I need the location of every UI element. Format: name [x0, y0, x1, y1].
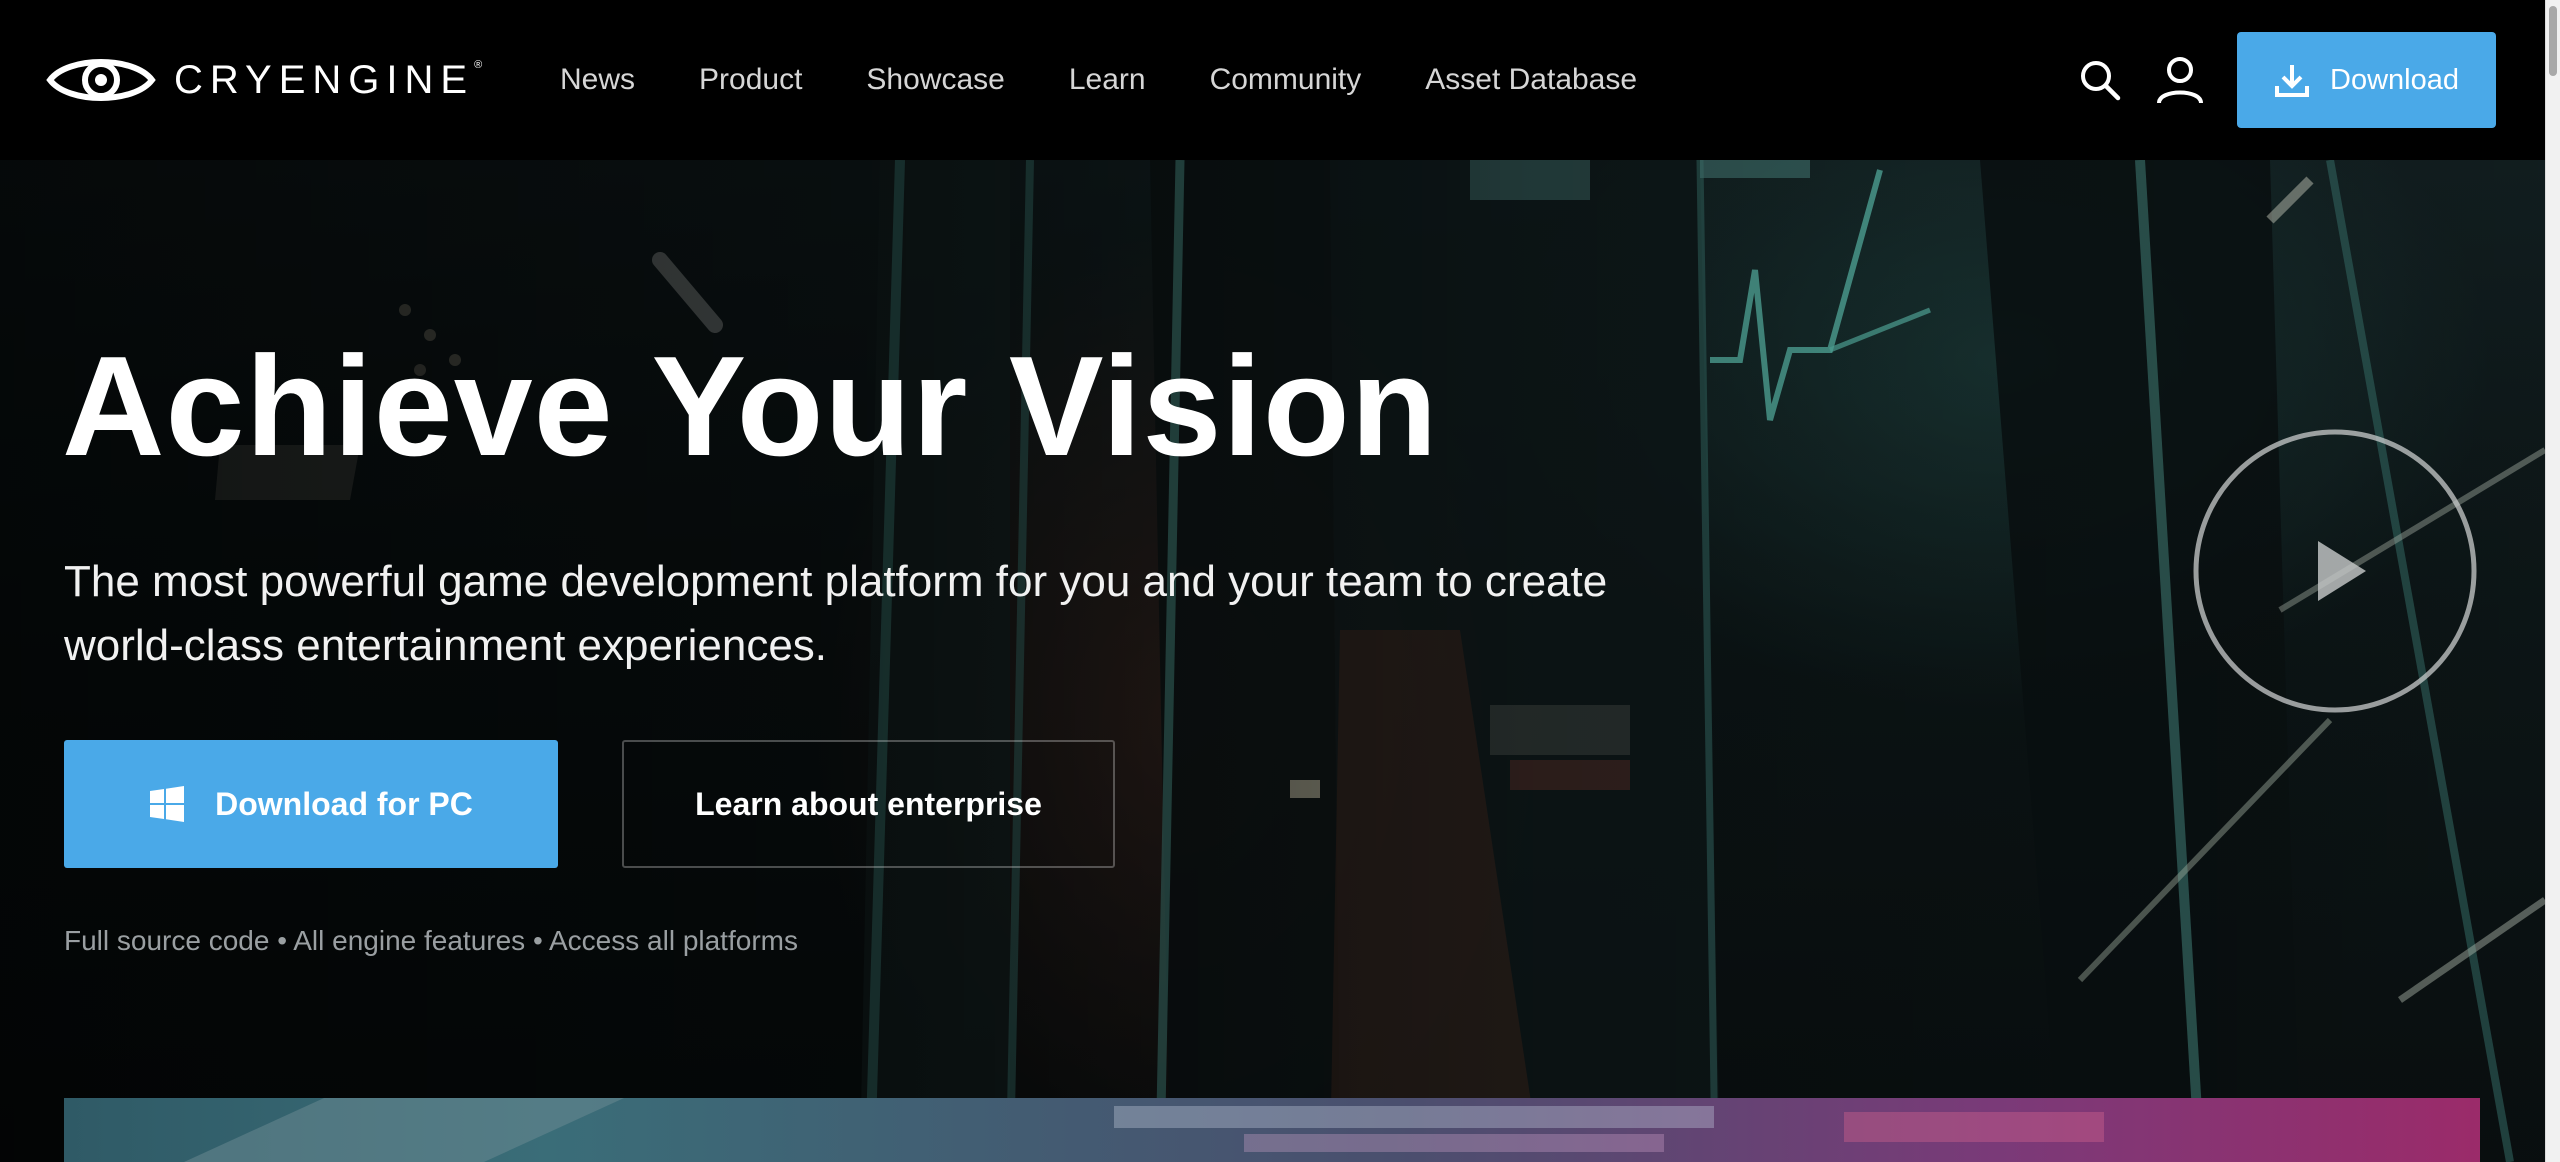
nav-download-label: Download — [2330, 63, 2459, 96]
page-scrollbar[interactable] — [2545, 0, 2560, 1162]
feature-list: Full source code • All engine features •… — [64, 925, 798, 956]
windows-icon — [150, 786, 185, 822]
nav-link-showcase[interactable]: Showcase — [866, 63, 1004, 97]
logo-wordmark: CRYENGINE® — [174, 58, 483, 102]
download-icon — [2275, 65, 2309, 97]
preview-image — [184, 1098, 2104, 1162]
nav-link-learn[interactable]: Learn — [1069, 63, 1146, 97]
play-video-button[interactable] — [2192, 428, 2478, 714]
learn-about-enterprise-button[interactable]: Learn about enterprise — [622, 740, 1115, 868]
hero-title: Achieve Your Vision — [62, 327, 1439, 486]
nav-link-community[interactable]: Community — [1210, 63, 1362, 97]
cryengine-logo[interactable]: CRYENGINE® — [46, 50, 482, 110]
user-icon — [2157, 57, 2203, 104]
hero-section: Achieve Your Vision The most powerful ga… — [0, 160, 2545, 1162]
primary-nav: News Product Showcase Learn Community As… — [560, 0, 1701, 160]
download-for-pc-label: Download for PC — [215, 785, 473, 822]
hero-subtitle: The most powerful game development platf… — [64, 557, 1608, 670]
nav-link-asset-database[interactable]: Asset Database — [1425, 63, 1637, 97]
eye-logo-icon — [46, 59, 156, 101]
search-button[interactable] — [2072, 52, 2128, 108]
nav-download-button[interactable]: Download — [2237, 32, 2496, 128]
nav-link-news[interactable]: News — [560, 63, 635, 97]
play-icon — [2193, 429, 2477, 713]
account-button[interactable] — [2152, 52, 2208, 108]
search-icon — [2081, 61, 2121, 101]
learn-about-enterprise-label: Learn about enterprise — [695, 785, 1042, 822]
next-section-preview — [64, 1098, 2480, 1162]
scrollbar-thumb[interactable] — [2549, 6, 2557, 76]
page: CRYENGINE® News Product Showcase Learn C… — [0, 0, 2545, 1162]
nav-link-product[interactable]: Product — [699, 63, 802, 97]
download-for-pc-button[interactable]: Download for PC — [64, 740, 558, 868]
top-navigation: CRYENGINE® News Product Showcase Learn C… — [0, 0, 2545, 160]
